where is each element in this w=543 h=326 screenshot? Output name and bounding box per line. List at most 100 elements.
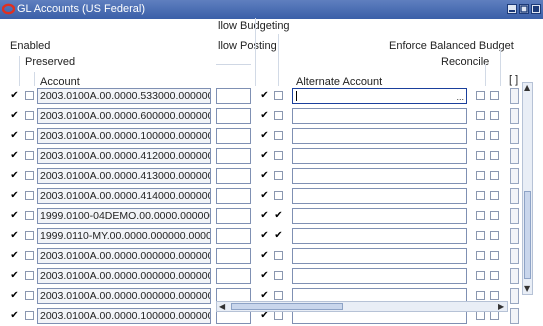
enforce-balanced-budget-checkbox[interactable]: [476, 251, 485, 260]
preserved-checkbox[interactable]: [25, 231, 34, 240]
enabled-checkbox[interactable]: ✔: [10, 151, 19, 161]
account-description-field[interactable]: [216, 128, 251, 144]
reconcile-checkbox[interactable]: [490, 291, 499, 300]
reconcile-checkbox[interactable]: [490, 131, 499, 140]
account-description-field[interactable]: [216, 148, 251, 164]
allow-posting-checkbox[interactable]: [274, 291, 283, 300]
allow-posting-checkbox[interactable]: [274, 271, 283, 280]
list-of-values-icon[interactable]: ...: [456, 90, 464, 103]
alternate-account-field[interactable]: [292, 248, 467, 264]
preserved-checkbox[interactable]: [25, 191, 34, 200]
context-field[interactable]: [510, 248, 519, 264]
reconcile-checkbox[interactable]: [490, 251, 499, 260]
reconcile-checkbox[interactable]: [490, 91, 499, 100]
alternate-account-field[interactable]: [292, 208, 467, 224]
enabled-checkbox[interactable]: ✔: [10, 191, 19, 201]
allow-posting-checkbox[interactable]: [274, 91, 283, 100]
allow-posting-checkbox[interactable]: [274, 191, 283, 200]
account-field[interactable]: 2003.0100A.00.0000.413000.0000000000: [37, 168, 211, 184]
enabled-checkbox[interactable]: ✔: [10, 91, 19, 101]
account-field[interactable]: 2003.0100A.00.0000.414000.0000000000: [37, 188, 211, 204]
allow-budgeting-checkbox[interactable]: ✔: [260, 191, 269, 201]
enforce-balanced-budget-checkbox[interactable]: [476, 211, 485, 220]
context-field[interactable]: [510, 128, 519, 144]
account-description-field[interactable]: [216, 188, 251, 204]
enforce-balanced-budget-checkbox[interactable]: [476, 131, 485, 140]
reconcile-checkbox[interactable]: [490, 171, 499, 180]
allow-budgeting-checkbox[interactable]: ✔: [260, 91, 269, 101]
enabled-checkbox[interactable]: ✔: [10, 111, 19, 121]
context-field[interactable]: [510, 268, 519, 284]
context-field[interactable]: [510, 168, 519, 184]
enabled-checkbox[interactable]: ✔: [10, 271, 19, 281]
context-field[interactable]: [510, 208, 519, 224]
account-field[interactable]: 2003.0100A.00.0000.533000.0000000000: [37, 88, 211, 104]
reconcile-checkbox[interactable]: [490, 211, 499, 220]
scroll-right-icon[interactable]: ▶: [498, 302, 504, 311]
enforce-balanced-budget-checkbox[interactable]: [476, 231, 485, 240]
reconcile-checkbox[interactable]: [490, 231, 499, 240]
preserved-checkbox[interactable]: [25, 251, 34, 260]
preserved-checkbox[interactable]: [25, 211, 34, 220]
alternate-account-field[interactable]: ...: [292, 88, 467, 104]
preserved-checkbox[interactable]: [25, 111, 34, 120]
enforce-balanced-budget-checkbox[interactable]: [476, 191, 485, 200]
account-field[interactable]: 2003.0100A.00.0000.000000.0000000000: [37, 248, 211, 264]
enforce-balanced-budget-checkbox[interactable]: [476, 171, 485, 180]
preserved-checkbox[interactable]: [25, 271, 34, 280]
allow-posting-checkbox[interactable]: ✔: [274, 231, 283, 241]
context-field[interactable]: [510, 228, 519, 244]
account-description-field[interactable]: [216, 168, 251, 184]
scroll-down-icon[interactable]: ▼: [524, 284, 530, 293]
minimize-button[interactable]: [507, 4, 517, 14]
enforce-balanced-budget-checkbox[interactable]: [476, 291, 485, 300]
account-field[interactable]: 1999.0110-MY.00.0000.000000.0000000000: [37, 228, 211, 244]
reconcile-checkbox[interactable]: [490, 311, 499, 320]
alternate-account-field[interactable]: [292, 128, 467, 144]
account-field[interactable]: 2003.0100A.00.0000.000000.0000000000: [37, 268, 211, 284]
allow-posting-checkbox[interactable]: [274, 311, 283, 320]
horizontal-scroll-thumb[interactable]: [231, 303, 343, 310]
reconcile-checkbox[interactable]: [490, 111, 499, 120]
horizontal-scrollbar[interactable]: ◀ ▶: [216, 301, 508, 312]
allow-posting-checkbox[interactable]: [274, 131, 283, 140]
allow-budgeting-checkbox[interactable]: ✔: [260, 231, 269, 241]
alternate-account-field[interactable]: [292, 268, 467, 284]
account-field[interactable]: 1999.0100-04DEMO.00.0000.000000.0000: [37, 208, 211, 224]
alternate-account-field[interactable]: [292, 168, 467, 184]
allow-posting-checkbox[interactable]: [274, 171, 283, 180]
allow-budgeting-checkbox[interactable]: ✔: [260, 111, 269, 121]
allow-budgeting-checkbox[interactable]: ✔: [260, 271, 269, 281]
allow-budgeting-checkbox[interactable]: ✔: [260, 291, 269, 301]
enforce-balanced-budget-checkbox[interactable]: [476, 91, 485, 100]
context-field[interactable]: [510, 108, 519, 124]
allow-budgeting-checkbox[interactable]: ✔: [260, 131, 269, 141]
enabled-checkbox[interactable]: ✔: [10, 231, 19, 241]
context-field[interactable]: [510, 308, 519, 324]
account-field[interactable]: 2003.0100A.00.0000.600000.0000000000: [37, 108, 211, 124]
enabled-checkbox[interactable]: ✔: [10, 131, 19, 141]
account-description-field[interactable]: [216, 208, 251, 224]
allow-budgeting-checkbox[interactable]: ✔: [260, 171, 269, 181]
account-field[interactable]: 2003.0100A.00.0000.412000.0000000000: [37, 148, 211, 164]
maximize-button[interactable]: [519, 4, 529, 14]
account-field[interactable]: 2003.0100A.00.0000.100000.0000000000: [37, 128, 211, 144]
preserved-checkbox[interactable]: [25, 311, 34, 320]
enabled-checkbox[interactable]: ✔: [10, 211, 19, 221]
enforce-balanced-budget-checkbox[interactable]: [476, 151, 485, 160]
enforce-balanced-budget-checkbox[interactable]: [476, 111, 485, 120]
enabled-checkbox[interactable]: ✔: [10, 291, 19, 301]
context-field[interactable]: [510, 288, 519, 304]
enabled-checkbox[interactable]: ✔: [10, 171, 19, 181]
reconcile-checkbox[interactable]: [490, 191, 499, 200]
context-field[interactable]: [510, 88, 519, 104]
enforce-balanced-budget-checkbox[interactable]: [476, 311, 485, 320]
allow-posting-checkbox[interactable]: [274, 111, 283, 120]
close-button[interactable]: [531, 4, 541, 14]
enforce-balanced-budget-checkbox[interactable]: [476, 271, 485, 280]
preserved-checkbox[interactable]: [25, 291, 34, 300]
allow-budgeting-checkbox[interactable]: ✔: [260, 211, 269, 221]
account-description-field[interactable]: [216, 228, 251, 244]
preserved-checkbox[interactable]: [25, 151, 34, 160]
account-description-field[interactable]: [216, 108, 251, 124]
